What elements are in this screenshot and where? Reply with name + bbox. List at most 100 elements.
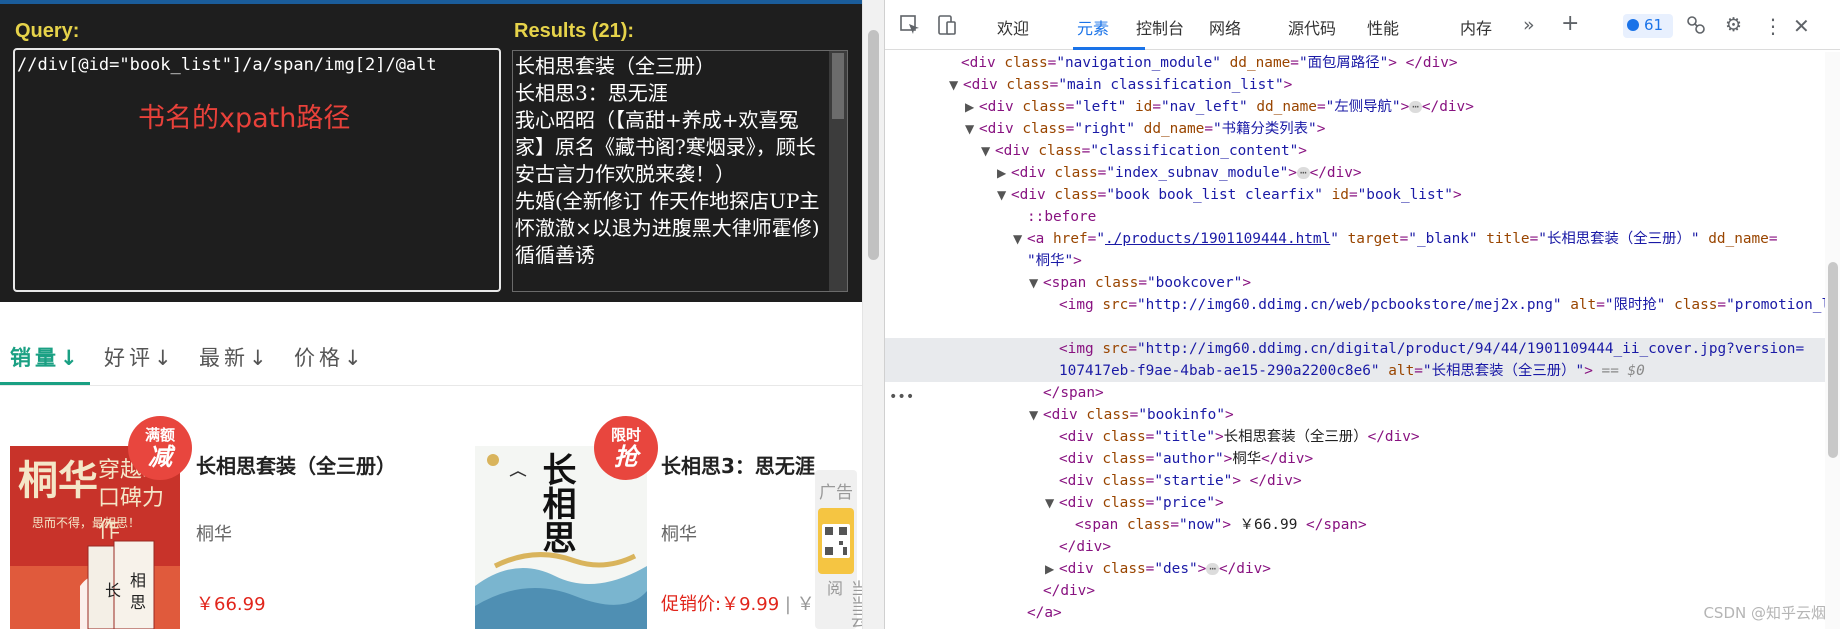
expand-triangle-icon[interactable]: ▼ bbox=[949, 74, 961, 96]
dom-node[interactable]: <div class="title">长相思套装（全三册）</div> bbox=[885, 426, 1825, 448]
ellipsis-icon[interactable]: ⋯ bbox=[1409, 101, 1422, 113]
expand-triangle-icon[interactable]: ▼ bbox=[1029, 272, 1041, 294]
issues-icon bbox=[1627, 19, 1639, 31]
tab-elements[interactable]: 元素 bbox=[1077, 15, 1109, 39]
expand-triangle-icon[interactable]: ▼ bbox=[1029, 404, 1041, 426]
dom-node[interactable]: ▼ <div class="right" dd_name="书籍分类列表"> bbox=[885, 118, 1825, 140]
collapse-triangle-icon[interactable]: ▶ bbox=[997, 162, 1009, 184]
dom-node[interactable]: ▶ <div class="index_subnav_module"> ⋯ </div… bbox=[885, 162, 1825, 184]
results-list: 长相思套装（全三册） 长相思3：思无涯 我心昭昭（【高甜+养成+欢喜冤家】原名《… bbox=[515, 53, 827, 269]
sort-by-newest[interactable]: 最新↓ bbox=[199, 342, 271, 372]
qr-code-icon[interactable] bbox=[818, 508, 854, 574]
customize-icon[interactable] bbox=[1685, 14, 1707, 41]
dom-node-close: </div> bbox=[1059, 539, 1111, 555]
device-toolbar-icon[interactable] bbox=[935, 14, 957, 41]
more-tabs-icon[interactable]: » bbox=[1523, 14, 1535, 36]
dom-node-selected[interactable]: <img src="http://img60.ddimg.cn/digital/… bbox=[885, 338, 1825, 382]
dom-node[interactable]: <div class="navigation_module" dd_name="… bbox=[885, 52, 1825, 74]
inspect-element-icon[interactable] bbox=[899, 14, 921, 41]
tab-performance[interactable]: 性能 bbox=[1367, 15, 1399, 39]
dom-node[interactable]: <span class="now"> ￥66.99 </span> bbox=[885, 514, 1825, 536]
expand-triangle-icon[interactable]: ▼ bbox=[1045, 492, 1057, 514]
page-scroll-thumb[interactable] bbox=[868, 30, 879, 260]
dom-node[interactable]: ▼ <div class="classification_content"> bbox=[885, 140, 1825, 162]
product-card[interactable]: 长 相 思 桐华 穿越时 口碑力作 思而不得，最相思！ 满额 减 长相思套装（全… bbox=[10, 414, 450, 629]
add-tab-icon[interactable]: + bbox=[1561, 11, 1579, 36]
product-author[interactable]: 桐华 bbox=[661, 520, 697, 546]
dom-node[interactable]: <div class="startie"> </div> bbox=[885, 470, 1825, 492]
tab-sources[interactable]: 源代码 bbox=[1288, 15, 1336, 39]
cover-slogan-2: 口碑力作 bbox=[98, 486, 165, 543]
web-page: Query: Results (21): //div[@id="book_lis… bbox=[0, 0, 862, 629]
badge-bottom-text: 减 bbox=[148, 442, 172, 471]
cover-subtitle: 思而不得，最相思！ bbox=[32, 516, 141, 530]
dom-node[interactable]: ▼ <div class="main classification_list"> bbox=[885, 74, 1825, 96]
dom-node[interactable]: ::before bbox=[885, 206, 1825, 228]
sort-by-sales[interactable]: 销量↓ bbox=[10, 342, 82, 372]
dom-node[interactable]: <img src="http://img60.ddimg.cn/web/pcbo… bbox=[885, 294, 1825, 316]
expand-triangle-icon[interactable]: ▼ bbox=[1013, 228, 1025, 250]
ellipsis-icon[interactable]: ⋯ bbox=[1206, 563, 1219, 575]
tab-console[interactable]: 控制台 bbox=[1136, 15, 1184, 39]
results-label: Results (21): bbox=[514, 20, 635, 42]
product-title[interactable]: 长相思3：思无涯 bbox=[661, 450, 815, 479]
ad-label: 广告 bbox=[819, 483, 853, 503]
ad-vertical-text: 当当云阅 bbox=[824, 580, 862, 628]
devtools-scrollbar[interactable] bbox=[1825, 52, 1840, 629]
results-scrollbar[interactable] bbox=[829, 51, 847, 291]
dom-tree: <div class="navigation_module" dd_name="… bbox=[885, 52, 1825, 629]
dom-node[interactable]: ▼ <div class="bookinfo"> bbox=[885, 404, 1825, 426]
expand-triangle-icon[interactable]: ▼ bbox=[997, 184, 1009, 206]
dom-node[interactable]: ▼ <span class="bookcover"> bbox=[885, 272, 1825, 294]
devtools-toolbar: 欢迎 元素 控制台 网络 源代码 性能 内存 » + 61 ⚙ ⋮ ✕ bbox=[885, 0, 1840, 50]
svg-text:相: 相 bbox=[130, 571, 146, 590]
product-title[interactable]: 长相思套装（全三册） bbox=[196, 450, 396, 479]
cover-title-text: 桐华 bbox=[18, 457, 98, 504]
expand-triangle-icon[interactable]: ▼ bbox=[965, 118, 977, 140]
settings-gear-icon[interactable]: ⚙ bbox=[1725, 14, 1742, 36]
product-card[interactable]: 长相思 限时 抢 长相思3：思无涯 桐华 促销价:￥9.99 | ￥4 bbox=[475, 414, 826, 629]
results-scroll-thumb[interactable] bbox=[832, 53, 844, 119]
query-label: Query: bbox=[15, 20, 80, 42]
issues-counter[interactable]: 61 bbox=[1623, 14, 1673, 38]
dom-node[interactable]: ▼ <div class="book book_list clearfix" id… bbox=[885, 184, 1825, 206]
sort-by-rating[interactable]: 好评↓ bbox=[104, 342, 176, 372]
dom-node-close: </div> bbox=[1043, 583, 1095, 599]
qr-code-graphic bbox=[822, 524, 850, 558]
tab-memory[interactable]: 内存 bbox=[1460, 15, 1492, 39]
dom-node-close: </span> bbox=[1043, 385, 1104, 401]
node-actions-icon[interactable]: ••• bbox=[889, 389, 914, 405]
expand-triangle-icon[interactable]: ▼ bbox=[981, 140, 993, 162]
cover-vertical-title: 长 bbox=[105, 581, 121, 600]
ad-float-panel[interactable]: 广告 当当云阅 bbox=[815, 470, 862, 629]
page-scrollbar[interactable] bbox=[862, 0, 884, 629]
result-item: 先婚(全新修订 作天作地探店UP主怀澈澈×以退为进腹黑大律师霍修) bbox=[515, 189, 820, 240]
more-options-icon[interactable]: ⋮ bbox=[1763, 14, 1783, 38]
tab-network[interactable]: 网络 bbox=[1209, 15, 1241, 39]
xpath-annotation: 书名的xpath路径 bbox=[138, 103, 351, 134]
dom-node[interactable]: ▶ <div class="des"> ⋯ </div> bbox=[885, 558, 1825, 580]
device-toolbar-graphic bbox=[938, 15, 956, 35]
tab-welcome[interactable]: 欢迎 bbox=[997, 15, 1029, 39]
xpath-helper-panel: Query: Results (21): //div[@id="book_lis… bbox=[0, 0, 862, 302]
xpath-results-box[interactable]: 长相思套装（全三册） 长相思3：思无涯 我心昭昭（【高甜+养成+欢喜冤家】原名《… bbox=[512, 50, 848, 292]
product-author[interactable]: 桐华 bbox=[196, 520, 232, 546]
xpath-query-input[interactable]: //div[@id="book_list"]/a/span/img[2]/@al… bbox=[13, 48, 501, 292]
dom-node[interactable]: ▶ <div class="left" id="nav_left" dd_name… bbox=[885, 96, 1825, 118]
collapse-triangle-icon[interactable]: ▶ bbox=[1045, 558, 1057, 580]
collapse-triangle-icon[interactable]: ▶ bbox=[965, 96, 977, 118]
dom-node[interactable]: <div class="author">桐华</div> bbox=[885, 448, 1825, 470]
close-icon[interactable]: ✕ bbox=[1793, 14, 1810, 38]
dom-node[interactable]: ▼ <a href="./products/1901109444.html" ta… bbox=[885, 228, 1825, 250]
result-item: 长相思3：思无涯 bbox=[515, 81, 668, 105]
dom-node[interactable]: ▼ <div class="price"> bbox=[885, 492, 1825, 514]
sort-active-underline bbox=[0, 382, 90, 385]
customize-graphic bbox=[1687, 16, 1705, 34]
sort-by-price[interactable]: 价格↓ bbox=[294, 342, 366, 372]
ellipsis-icon[interactable]: ⋯ bbox=[1296, 167, 1310, 179]
watermark: CSDN @知乎云烟 bbox=[1703, 604, 1826, 622]
result-item: 我心昭昭（【高甜+养成+欢喜冤家】原名《藏书阁?寒烟录》，顾长安古言力作欢脱来袭… bbox=[515, 108, 816, 186]
cover-title-text: 长相思 bbox=[536, 452, 576, 554]
devtools-scroll-thumb[interactable] bbox=[1828, 262, 1838, 458]
issues-count: 61 bbox=[1644, 16, 1664, 34]
